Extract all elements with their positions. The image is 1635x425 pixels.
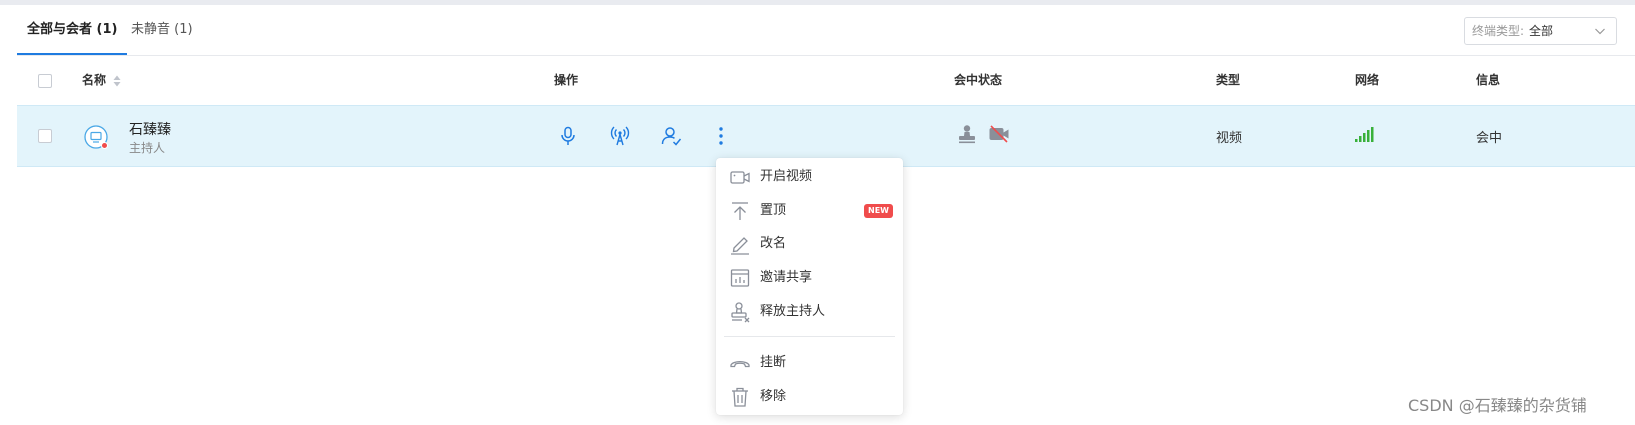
- column-status: 会中状态: [954, 73, 1003, 87]
- menu-item-label: 开启视频: [760, 169, 813, 184]
- menu-item-label: 置顶: [760, 203, 787, 218]
- column-info: 信息: [1476, 73, 1501, 87]
- terminal-type-value: 全部: [1529, 24, 1554, 38]
- tab-all-participants[interactable]: 全部与会者 (1): [27, 5, 117, 55]
- menu-item-release-host[interactable]: 释放主持人: [716, 297, 903, 327]
- participant-role: 主持人: [129, 141, 166, 155]
- menu-item-label: 释放主持人: [760, 304, 826, 319]
- share-screen-icon: [730, 269, 750, 287]
- host-stamp-icon: [959, 125, 975, 144]
- network-signal-icon: [1355, 127, 1374, 142]
- column-type: 类型: [1216, 73, 1241, 87]
- broadcast-tower-icon[interactable]: [609, 125, 631, 147]
- column-actions: 操作: [554, 73, 579, 87]
- video-camera-icon: [730, 171, 750, 184]
- top-strip: [0, 0, 1635, 5]
- column-network: 网络: [1355, 73, 1380, 87]
- column-name: 名称: [82, 73, 107, 87]
- menu-item-pin-top[interactable]: 置顶 NEW: [716, 196, 903, 226]
- menu-item-label: 改名: [760, 236, 787, 251]
- row-checkbox[interactable]: [38, 129, 52, 143]
- user-check-icon[interactable]: [660, 125, 682, 147]
- more-vertical-icon[interactable]: [710, 125, 732, 147]
- device-avatar-icon: [84, 125, 108, 149]
- menu-divider: [724, 336, 895, 337]
- trash-icon: [732, 387, 748, 407]
- terminal-type-label: 终端类型:: [1472, 24, 1525, 38]
- menu-item-label: 移除: [760, 389, 787, 404]
- table-header: 名称 操作 会中状态 类型 网络 信息: [17, 56, 1635, 105]
- tab-unmuted[interactable]: 未静音 (1): [131, 5, 193, 55]
- pin-top-icon: [732, 202, 748, 220]
- camera-off-icon: [989, 125, 1009, 143]
- new-badge: NEW: [864, 204, 893, 218]
- hang-up-icon: [730, 360, 750, 368]
- menu-item-rename[interactable]: 改名: [716, 229, 903, 259]
- microphone-icon[interactable]: [557, 125, 579, 147]
- menu-item-start-video[interactable]: 开启视频: [716, 162, 903, 192]
- terminal-type-select[interactable]: 终端类型: 全部: [1464, 17, 1617, 45]
- release-host-icon: [731, 302, 750, 323]
- select-all-checkbox[interactable]: [38, 74, 52, 88]
- pencil-icon: [731, 237, 749, 255]
- menu-item-invite-share[interactable]: 邀请共享: [716, 263, 903, 293]
- terminal-type: 视频: [1216, 131, 1243, 146]
- participant-name: 石臻臻: [129, 122, 171, 138]
- sort-icon[interactable]: [113, 75, 121, 87]
- watermark: CSDN @石臻臻的杂货铺: [1408, 396, 1587, 415]
- participant-info: 会中: [1476, 131, 1503, 146]
- more-actions-menu: 开启视频 置顶 NEW 改名 邀请共享 释放主持人 挂断 移除: [716, 158, 903, 415]
- menu-item-label: 邀请共享: [760, 270, 813, 285]
- chevron-down-icon: [1595, 28, 1605, 35]
- menu-item-label: 挂断: [760, 355, 787, 370]
- menu-item-hang-up[interactable]: 挂断: [716, 348, 903, 378]
- menu-item-remove[interactable]: 移除: [716, 382, 903, 412]
